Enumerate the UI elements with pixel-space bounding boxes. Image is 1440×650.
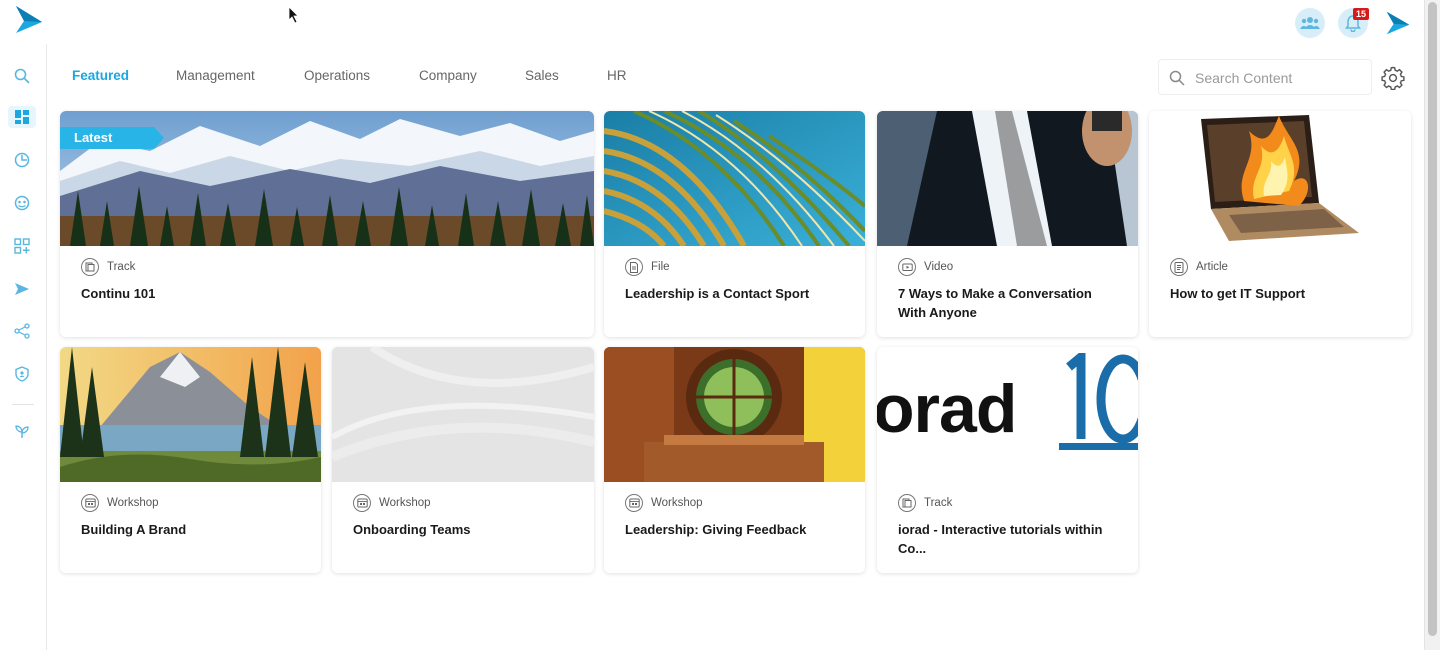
latest-ribbon: Latest	[60, 127, 164, 149]
workshop-icon	[81, 494, 99, 512]
iorad-number-graphic	[1059, 353, 1138, 450]
card-type-row: Workshop	[81, 493, 159, 513]
workshop-icon	[625, 494, 643, 512]
sidebar-shield-icon[interactable]	[12, 364, 32, 384]
card-type-row: Workshop	[353, 493, 431, 513]
continu-logo-icon[interactable]	[14, 5, 44, 35]
content-card-iorad[interactable]: orad Track iorad - Interactive tutorials…	[877, 347, 1138, 573]
sidebar	[0, 44, 47, 650]
tab-management[interactable]: Management	[176, 68, 255, 83]
latest-ribbon-label: Latest	[74, 130, 113, 145]
notification-count-badge: 15	[1353, 8, 1370, 20]
card-type-label: Workshop	[107, 497, 159, 509]
iorad-logo-text: orad	[877, 371, 1017, 447]
card-title: Continu 101	[81, 286, 156, 301]
page-scrollbar[interactable]	[1424, 0, 1440, 650]
groups-button[interactable]	[1295, 8, 1325, 38]
card-title: How to get IT Support	[1170, 286, 1306, 301]
sidebar-share-icon[interactable]	[12, 321, 32, 341]
content-card-giving-feedback[interactable]: Workshop Leadership: Giving Feedback	[604, 347, 865, 573]
card-type-row: Track	[898, 493, 952, 513]
card-type-label: Video	[924, 261, 954, 273]
tab-sales[interactable]: Sales	[525, 68, 559, 83]
card-title: Leadership is a Contact Sport	[625, 286, 810, 301]
card-title: Building A Brand	[81, 522, 187, 537]
track-icon	[81, 258, 99, 276]
file-icon	[625, 258, 643, 276]
content-card-leadership-contact-sport[interactable]: File Leadership is a Contact Sport	[604, 111, 865, 337]
card-type-row: Article	[1170, 257, 1228, 277]
tab-featured[interactable]: Featured	[72, 68, 129, 83]
search-box	[1158, 59, 1372, 96]
sidebar-search-icon[interactable]	[12, 66, 32, 86]
search-icon	[1169, 70, 1185, 86]
card-thumbnail-burning-laptop	[1149, 111, 1411, 246]
card-title: 7 Ways to Make a Conversation With Anyon…	[898, 286, 1092, 320]
content-card-onboarding-teams[interactable]: Workshop Onboarding Teams	[332, 347, 594, 573]
sidebar-dashboard-icon[interactable]	[8, 106, 36, 128]
card-thumbnail-gray-abstract	[332, 347, 594, 482]
sidebar-divider	[12, 404, 34, 405]
card-type-row: Track	[81, 257, 135, 277]
article-icon	[1170, 258, 1188, 276]
top-bar: 15	[0, 0, 1424, 44]
account-logo-icon[interactable]	[1385, 10, 1411, 36]
video-icon	[898, 258, 916, 276]
sidebar-plant-icon[interactable]	[12, 422, 32, 442]
sidebar-analytics-icon[interactable]	[12, 150, 32, 170]
card-thumbnail-iorad-banner: orad	[877, 347, 1138, 482]
content-card-building-a-brand[interactable]: Workshop Building A Brand	[60, 347, 321, 573]
mouse-cursor-icon	[288, 6, 299, 24]
tab-hr[interactable]: HR	[607, 68, 627, 83]
card-type-label: Workshop	[379, 497, 431, 509]
card-type-label: File	[651, 261, 670, 273]
sidebar-send-icon[interactable]	[12, 279, 32, 299]
tab-operations[interactable]: Operations	[304, 68, 370, 83]
settings-gear-icon[interactable]	[1381, 66, 1405, 90]
track-icon	[898, 494, 916, 512]
card-type-row: Video	[898, 257, 953, 277]
card-type-label: Workshop	[651, 497, 703, 509]
card-type-row: Workshop	[625, 493, 703, 513]
content-card-continu-101[interactable]: Latest Track Continu 101	[60, 111, 594, 337]
search-input[interactable]	[1193, 60, 1367, 96]
card-thumbnail-hobbit-hole	[604, 347, 865, 482]
card-title: Leadership: Giving Feedback	[625, 522, 807, 537]
content-card-it-support[interactable]: Article How to get IT Support	[1149, 111, 1411, 337]
card-type-label: Track	[924, 497, 953, 509]
groups-icon	[1300, 17, 1320, 29]
card-thumbnail-mountain-lake-painting	[60, 347, 321, 482]
card-thumbnail-palm-leaf	[604, 111, 865, 246]
workshop-icon	[353, 494, 371, 512]
sidebar-apps-icon[interactable]	[12, 236, 32, 256]
tab-company[interactable]: Company	[419, 68, 477, 83]
card-type-row: File	[625, 257, 670, 277]
content-card-7-ways-conversation[interactable]: Video 7 Ways to Make a Conversation With…	[877, 111, 1138, 337]
card-title: iorad - Interactive tutorials within Co.…	[898, 522, 1103, 556]
card-type-label: Article	[1196, 261, 1228, 273]
scrollbar-thumb[interactable]	[1428, 2, 1437, 636]
card-type-label: Track	[107, 261, 136, 273]
card-title: Onboarding Teams	[353, 522, 471, 537]
card-thumbnail-businessman-phone	[877, 111, 1138, 246]
sidebar-people-icon[interactable]	[12, 193, 32, 213]
